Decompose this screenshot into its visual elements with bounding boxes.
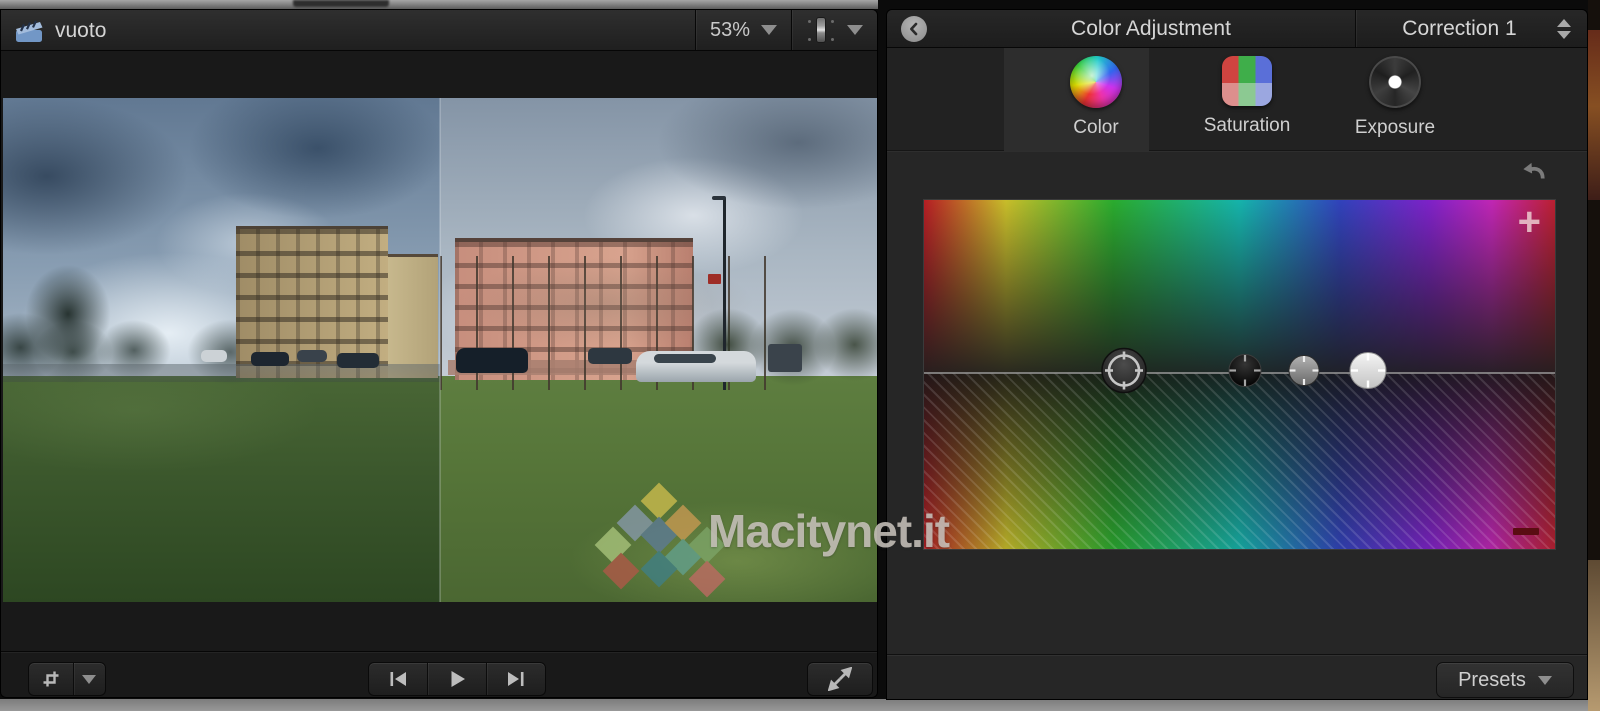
play-icon [446,669,468,689]
zoom-level-value: 53% [710,19,750,42]
back-button[interactable] [901,16,927,42]
tab-color[interactable]: Color [1021,56,1171,139]
reset-correction-button[interactable] [1519,158,1549,184]
puck-shadows[interactable] [1228,354,1262,393]
zoom-dropdown-icon [761,25,777,35]
crop-dropdown-icon [82,675,96,684]
crop-tool-button[interactable] [29,663,73,695]
color-board[interactable]: + [923,199,1556,550]
minus-icon [1513,528,1539,535]
plus-icon: + [1518,202,1541,242]
window-top-strip [0,0,878,9]
dumpster [768,344,802,372]
window-bottom-strip [0,699,1588,711]
divider [1,651,877,652]
fullscreen-icon [828,667,852,691]
car [251,352,289,366]
correction-selector[interactable]: Correction 1 [1355,10,1587,47]
divider [887,654,1587,655]
clapperboard-icon [14,18,44,49]
correction-stepper[interactable] [1557,19,1571,39]
transport-controls [368,662,546,696]
video-right-half-warm [440,98,877,602]
back-chevron-icon [906,21,922,37]
video-left-half-cool [3,98,440,602]
previous-frame-icon [387,670,409,688]
color-wheel-icon [1070,56,1122,108]
exposure-aperture-icon [1369,56,1421,108]
stepper-down-icon [1557,31,1571,39]
display-options-control[interactable] [792,10,877,50]
car [297,350,327,362]
menu-text-fragment [293,0,389,7]
car [337,353,379,368]
silver-car [636,351,756,382]
saturation-stripes-icon [1222,56,1272,106]
tab-color-label: Color [1073,117,1118,139]
viewer-window: vuoto 53% [0,9,878,698]
undo-icon [1519,158,1549,184]
puck-global[interactable] [1101,348,1147,399]
tab-saturation-label: Saturation [1204,115,1291,137]
color-board-negative-area [924,373,1555,549]
correction-label: Correction 1 [1356,17,1557,41]
crop-tool-dropdown[interactable] [73,663,105,695]
zoom-level-control[interactable]: 53% [696,10,791,50]
puck-highlights[interactable] [1349,352,1387,395]
tab-exposure-label: Exposure [1355,117,1435,139]
puck-midtones[interactable] [1288,355,1320,392]
fullscreen-button[interactable] [807,662,873,696]
next-frame-button[interactable] [486,663,545,695]
color-adjustment-panel: Color Adjustment Correction 1 Color Satu… [886,9,1588,700]
clip-title: vuoto [55,10,106,51]
stepper-up-icon [1557,19,1571,27]
grass [3,376,440,602]
crop-tool-button-group [28,662,106,696]
viewer-titlebar: vuoto 53% [1,10,877,51]
car [456,348,528,373]
color-board-tabs: Color Saturation Exposure [887,48,1587,151]
desktop-edge-texture-top [1588,30,1600,200]
desktop-edge-strip [1588,0,1600,711]
color-board-positive-area [924,200,1555,373]
tab-exposure[interactable]: Exposure [1320,56,1470,139]
presets-button[interactable]: Presets [1436,662,1574,698]
display-options-icon [806,16,836,44]
panel-title: Color Adjustment [951,10,1351,48]
desktop-edge-texture-bottom [1588,560,1600,711]
tab-saturation[interactable]: Saturation [1172,56,1322,137]
presets-dropdown-icon [1538,676,1552,685]
van [201,350,227,362]
tree [9,246,127,382]
play-button[interactable] [427,663,486,695]
panel-header: Color Adjustment Correction 1 [887,10,1587,48]
display-options-dropdown-icon [847,25,863,35]
building-wing [388,254,438,378]
previous-frame-button[interactable] [369,663,427,695]
viewer-canvas[interactable] [3,98,877,602]
flag [708,274,721,284]
split-screen-seam [439,98,441,602]
crop-icon [41,669,61,689]
viewer-titlebar-controls: 53% [695,10,877,50]
street-light-head [712,196,726,200]
grass [440,376,877,602]
presets-label: Presets [1458,669,1526,692]
fcpx-screen: vuoto 53% [0,0,1600,711]
car [588,348,632,364]
next-frame-icon [505,670,527,688]
